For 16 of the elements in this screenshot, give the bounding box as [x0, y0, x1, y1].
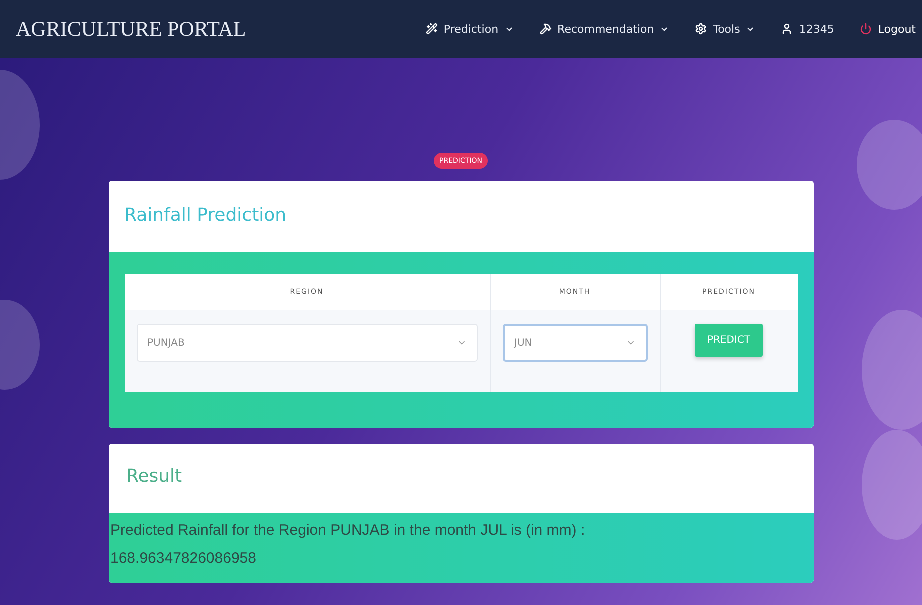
select-field[interactable]: JUN [502, 324, 648, 362]
settings-icon [695, 23, 708, 35]
brand-title[interactable]: AGRICULTURE PORTAL [16, 16, 426, 42]
user-icon [781, 23, 794, 35]
nav-link[interactable]: Tools [695, 22, 756, 36]
result-text: Predicted Rainfall for the Region PUNJAB in the month JUL is (in mm) : 168.96347826086958 [110, 521, 586, 569]
nav-link[interactable]: Recommendation [540, 22, 670, 36]
nav-link[interactable]: 12345 [781, 22, 834, 36]
card-title: Result [126, 466, 182, 487]
wand-icon [426, 23, 438, 35]
nav-link[interactable]: Logout [860, 22, 916, 36]
hammer-icon [540, 23, 552, 35]
power-icon [860, 23, 872, 35]
select-field[interactable]: PUNJAB [136, 324, 478, 362]
card-title: Rainfall Prediction [124, 205, 287, 226]
nav-link[interactable]: Prediction [426, 22, 514, 36]
